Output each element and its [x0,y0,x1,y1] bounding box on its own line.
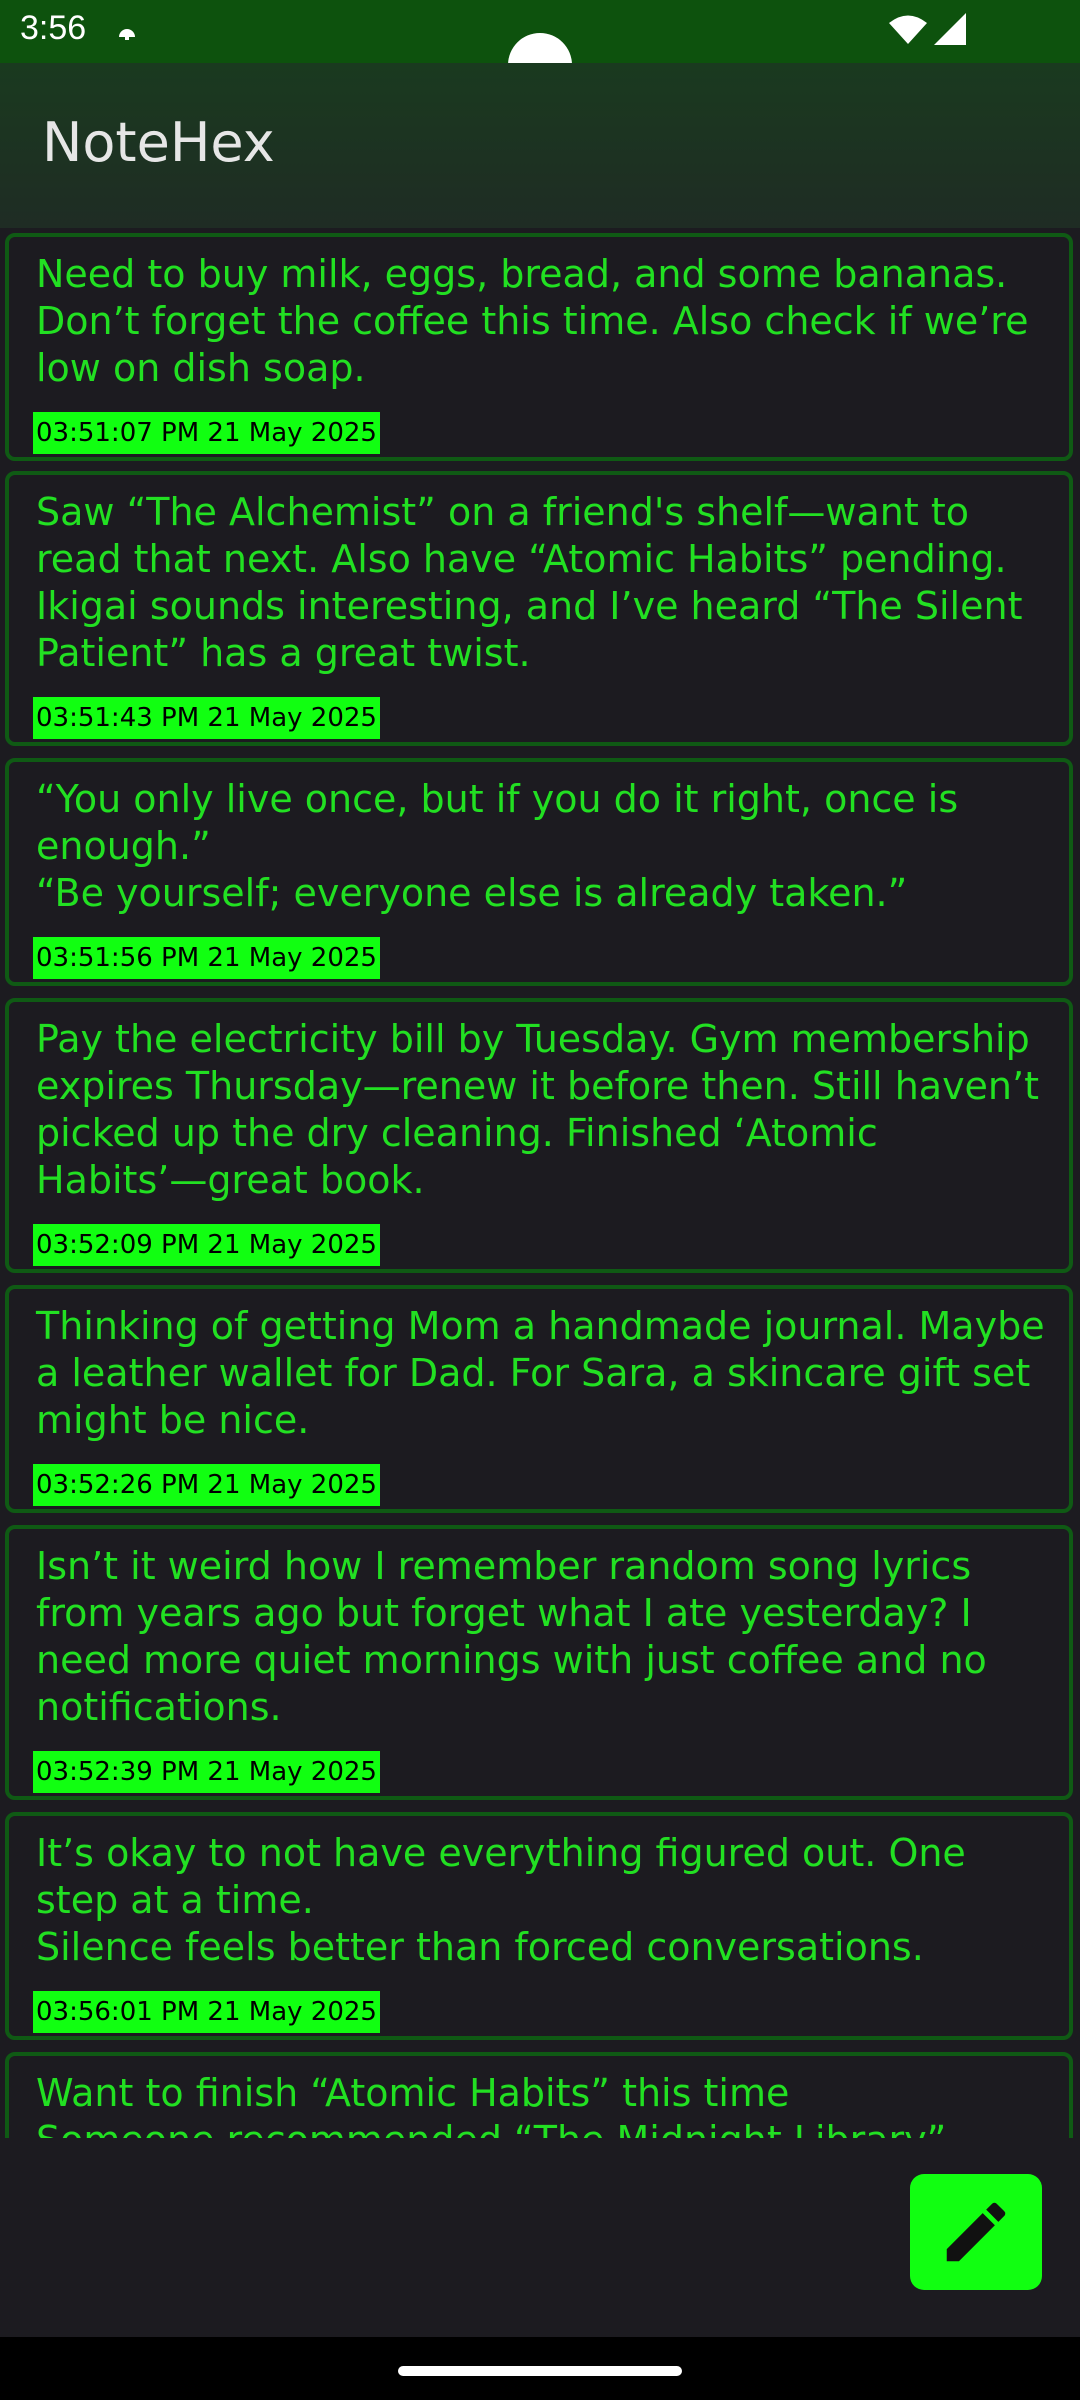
notification-icon [119,29,135,40]
edit-pencil-icon [946,2202,1006,2262]
status-time: 3:56 [20,9,87,47]
home-gesture-handle[interactable] [398,2366,682,2376]
note-text: Need to buy milk, eggs, bread, and some … [36,252,1029,390]
note-card[interactable]: Want to finish “Atomic Habits” this time… [5,2052,1073,2138]
signal-icon [934,13,966,45]
app-title: NoteHex [42,111,275,174]
note-timestamp: 03:52:26 PM 21 May 2025 [33,1464,380,1506]
note-card[interactable]: “You only live once, but if you do it ri… [5,758,1073,986]
note-timestamp: 03:56:01 PM 21 May 2025 [33,1991,380,2033]
note-timestamp: 03:51:43 PM 21 May 2025 [33,697,380,739]
wifi-icon [889,15,927,44]
note-text: “You only live once, but if you do it ri… [36,777,959,915]
note-text: Thinking of getting Mom a handmade journ… [36,1304,1045,1442]
note-card[interactable]: Saw “The Alchemist” on a friend's shelf—… [5,471,1073,746]
note-card[interactable]: Isn’t it weird how I remember random son… [5,1525,1073,1800]
note-text: Want to finish “Atomic Habits” this time… [36,2071,946,2138]
app-bar: NoteHex [0,63,1080,228]
navigation-bar [0,2337,1080,2400]
new-note-button[interactable] [910,2174,1042,2290]
note-card[interactable]: It’s okay to not have everything figured… [5,1812,1073,2040]
note-timestamp: 03:52:09 PM 21 May 2025 [33,1224,380,1266]
note-text: Saw “The Alchemist” on a friend's shelf—… [36,490,1023,675]
note-card[interactable]: Pay the electricity bill by Tuesday. Gym… [5,998,1073,1273]
note-timestamp: 03:51:56 PM 21 May 2025 [33,937,380,979]
screen: 3:56 NoteHex Need to buy milk, eggs, bre… [0,0,1080,2400]
note-timestamp: 03:52:39 PM 21 May 2025 [33,1751,380,1793]
note-text: Isn’t it weird how I remember random son… [36,1544,987,1729]
note-card[interactable]: Thinking of getting Mom a handmade journ… [5,1285,1073,1513]
note-text: It’s okay to not have everything figured… [36,1831,966,1969]
notes-list[interactable]: Need to buy milk, eggs, bread, and some … [0,228,1080,2138]
note-text: Pay the electricity bill by Tuesday. Gym… [36,1017,1039,1202]
note-card[interactable]: Need to buy milk, eggs, bread, and some … [5,233,1073,461]
note-timestamp: 03:51:07 PM 21 May 2025 [33,412,380,454]
